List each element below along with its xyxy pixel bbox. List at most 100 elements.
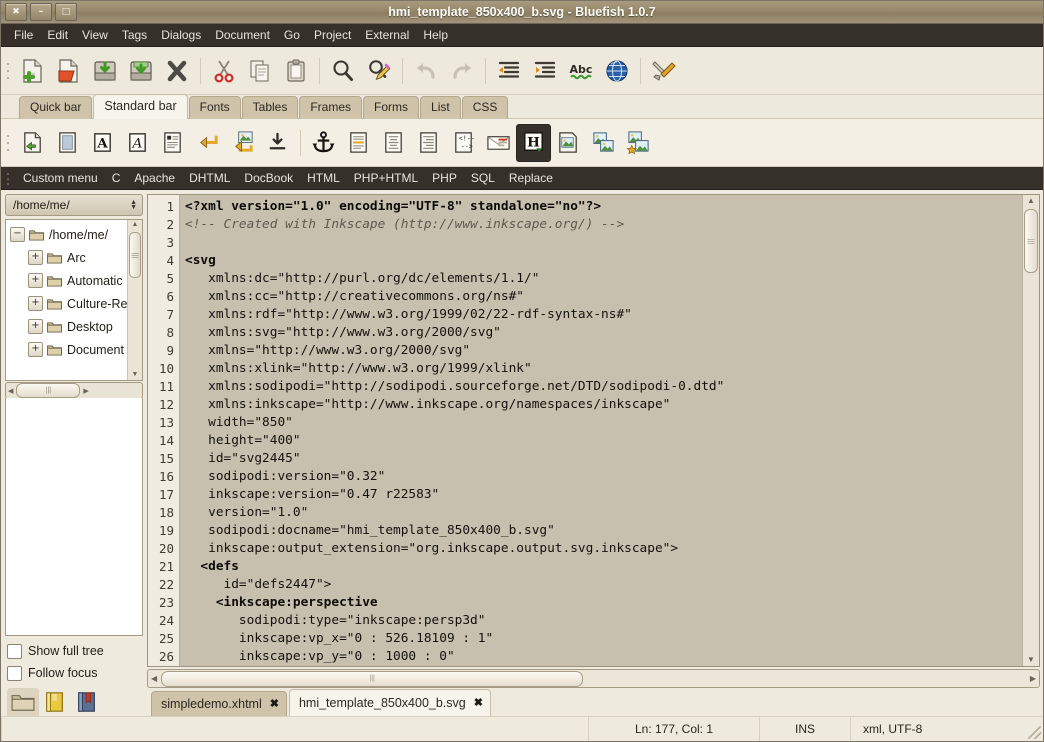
toolbar-tab-css[interactable]: CSS [461,96,509,119]
code-line[interactable]: <inkscape:perspective [185,594,1022,612]
toolbar-tab-forms[interactable]: Forms [363,96,420,119]
toolbar-tab-standard-bar[interactable]: Standard bar [93,94,188,119]
menu-item-tags[interactable]: Tags [115,26,154,44]
code-line[interactable]: sodipodi:docname="hmi_template_850x400_b… [185,522,1022,540]
anchor-button[interactable] [306,124,341,162]
expand-icon[interactable]: + [28,273,43,288]
menu-item-document[interactable]: Document [208,26,277,44]
preferences-button[interactable] [646,52,682,90]
custom-menu-item-apache[interactable]: Apache [127,169,182,187]
scroll-right-icon[interactable]: ▶ [1030,674,1036,683]
menu-item-view[interactable]: View [75,26,115,44]
open-file-button[interactable] [51,52,87,90]
editor-horizontal-scrollbar[interactable]: ◀ ||| ▶ [147,669,1040,688]
code-line[interactable]: inkscape:output_extension="org.inkscape.… [185,540,1022,558]
email-button[interactable] [481,124,516,162]
menu-item-project[interactable]: Project [307,26,358,44]
save-as-button[interactable] [123,52,159,90]
code-line[interactable]: width="850" [185,414,1022,432]
code-line[interactable]: id="defs2447"> [185,576,1022,594]
editor-vscroll-thumb[interactable]: ||| [1024,209,1038,273]
code-line[interactable]: <?xml version="1.0" encoding="UTF-8" sta… [185,198,1022,216]
custom-menu-item-sql[interactable]: SQL [464,169,502,187]
scroll-up-icon[interactable]: ▲ [1027,195,1035,207]
tree-item[interactable]: + Arc [8,246,127,269]
tree-item[interactable]: + Automatic [8,269,127,292]
custom-menu-item-php[interactable]: PHP [425,169,464,187]
undo-button[interactable] [408,52,444,90]
save-file-button[interactable] [87,52,123,90]
toolbar-tab-quick-bar[interactable]: Quick bar [19,96,93,119]
code-line[interactable]: <!-- Created with Inkscape (http://www.i… [185,216,1022,234]
scroll-down-icon[interactable]: ▼ [132,370,139,380]
close-tab-icon[interactable]: ✖ [474,691,483,716]
scroll-down-icon[interactable]: ▼ [1027,654,1035,666]
path-combobox[interactable]: /home/me/ ▲ ▼ [5,194,143,216]
code-line[interactable]: xmlns:svg="http://www.w3.org/2000/svg" [185,324,1022,342]
reference-tab-button[interactable] [71,688,103,716]
menu-item-help[interactable]: Help [416,26,455,44]
document-tab[interactable]: hmi_template_850x400_b.svg ✖ [288,689,491,716]
close-file-button[interactable] [159,52,195,90]
toolbar-grip[interactable] [5,57,11,84]
directory-tree[interactable]: − /home/me/ + Arc + Automatic + Culture-Re + Desk… [5,219,143,381]
scroll-left-icon[interactable]: ◀ [151,674,157,683]
code-line[interactable]: <svg [185,252,1022,270]
center-button[interactable] [376,124,411,162]
find-replace-button[interactable] [361,52,397,90]
checkbox-icon[interactable] [7,665,22,681]
custom-menu-item-replace[interactable]: Replace [502,169,560,187]
custom-menu-item-c[interactable]: C [105,169,128,187]
custom-menu-item-docbook[interactable]: DocBook [237,169,300,187]
window-maximize-button[interactable]: □ [55,3,77,21]
code-line[interactable]: inkscape:version="0.47 r22583" [185,486,1022,504]
cut-button[interactable] [206,52,242,90]
code-line[interactable]: xmlns:cc="http://creativecommons.org/ns#… [185,288,1022,306]
file-list-area[interactable] [5,398,143,636]
bookmarks-tab-button[interactable] [39,688,71,716]
menu-item-file[interactable]: File [7,26,40,44]
copy-button[interactable] [242,52,278,90]
editor-vertical-scrollbar[interactable]: ▲ ||| ▼ [1022,195,1039,666]
comment-button[interactable]: <!-- --> [446,124,481,162]
custom-menu-item-custom-menu[interactable]: Custom menu [16,169,105,187]
code-line[interactable]: xmlns:inkscape="http://www.inkscape.org/… [185,396,1022,414]
checkbox-follow-focus[interactable]: Follow focus [7,662,141,684]
italic-button[interactable]: A [120,124,155,162]
insert-mode[interactable]: INS [759,717,850,741]
bold-button[interactable]: A [85,124,120,162]
custom-menu-grip[interactable] [5,171,11,185]
tree-item[interactable]: + Document [8,338,127,361]
tree-item[interactable]: + Culture-Re [8,292,127,315]
toolbar-tab-list[interactable]: List [420,96,461,119]
code-line[interactable]: xmlns:dc="http://purl.org/dc/elements/1.… [185,270,1022,288]
quickstart-button[interactable] [15,124,50,162]
checkbox-show-full-tree[interactable]: Show full tree [7,640,141,662]
expand-icon[interactable]: + [28,250,43,265]
indent-button[interactable] [527,52,563,90]
unindent-button[interactable] [491,52,527,90]
scroll-right-icon[interactable]: ▶ [83,387,88,395]
break-clear-button[interactable] [225,124,260,162]
code-line[interactable]: inkscape:vp_y="0 : 1000 : 0" [185,648,1022,666]
close-tab-icon[interactable]: ✖ [270,693,279,716]
expand-icon[interactable]: + [28,319,43,334]
code-line[interactable]: version="1.0" [185,504,1022,522]
collapse-icon[interactable]: − [10,227,25,242]
tree-scroll-thumb[interactable]: ||| [129,232,141,278]
encoding-status[interactable]: xml, UTF-8 [850,717,1043,741]
paragraph-button[interactable] [155,124,190,162]
new-file-button[interactable] [15,52,51,90]
toolbar-tab-frames[interactable]: Frames [299,96,363,119]
toolbar-tab-tables[interactable]: Tables [241,96,299,119]
code-line[interactable] [185,234,1022,252]
thumbnail-button[interactable] [586,124,621,162]
preview-browser-button[interactable] [599,52,635,90]
code-line[interactable]: id="svg2445" [185,450,1022,468]
code-line[interactable]: height="400" [185,432,1022,450]
right-justify-button[interactable] [411,124,446,162]
code-line[interactable]: inkscape:vp_x="0 : 526.18109 : 1" [185,630,1022,648]
image-button[interactable] [551,124,586,162]
scroll-up-icon[interactable]: ▲ [132,220,139,230]
tree-item[interactable]: − /home/me/ [8,223,127,246]
